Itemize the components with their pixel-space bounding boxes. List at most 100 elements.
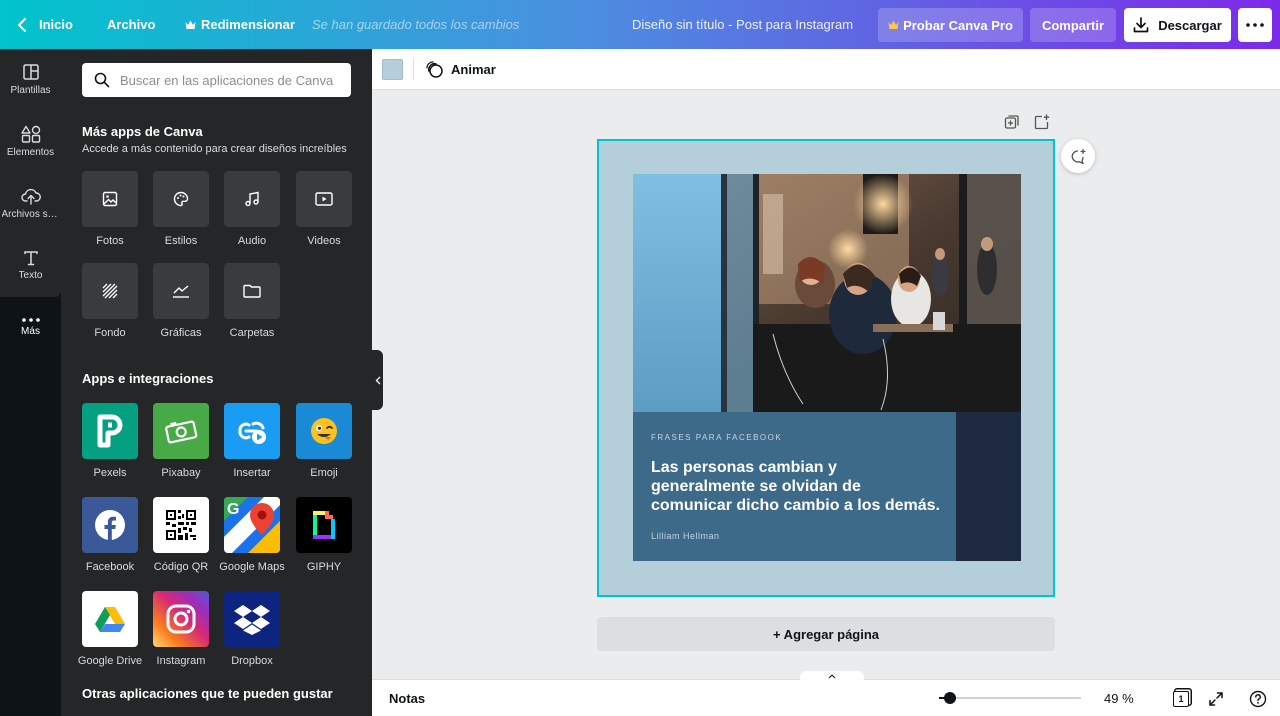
photo-icon	[102, 191, 118, 207]
google-maps-icon: G	[224, 497, 280, 553]
more-options-button[interactable]	[1238, 8, 1272, 42]
zoom-level[interactable]: 49 %	[1104, 680, 1134, 716]
app-pixabay[interactable]	[153, 403, 209, 459]
cafe-photo[interactable]	[633, 174, 1021, 412]
tile-styles[interactable]	[153, 171, 209, 227]
app-instagram[interactable]	[153, 591, 209, 647]
rail-item-more[interactable]: Más	[0, 297, 61, 357]
quote-author[interactable]: Lilliam Hellman	[651, 531, 720, 541]
file-menu-button[interactable]: Archivo	[107, 0, 155, 49]
tile-label: Estilos	[164, 235, 198, 247]
integrations-title: Apps e integraciones	[82, 371, 214, 386]
rail-label: Texto	[18, 269, 43, 281]
accent-block[interactable]	[956, 412, 1021, 561]
top-bar: Inicio Archivo Redimensionar Se han guar…	[0, 0, 1280, 49]
app-label: Instagram	[156, 655, 206, 667]
giphy-icon	[313, 511, 335, 539]
fullscreen-button[interactable]	[1206, 689, 1226, 709]
search-icon	[94, 72, 110, 88]
app-dropbox[interactable]	[224, 591, 280, 647]
tile-folders[interactable]	[224, 263, 280, 319]
design-page[interactable]: FRASES PARA FACEBOOK Las personas cambia…	[597, 139, 1055, 597]
home-button[interactable]: Inicio	[18, 0, 73, 49]
tile-audio[interactable]	[224, 171, 280, 227]
tile-background[interactable]	[82, 263, 138, 319]
add-page-icon[interactable]	[1034, 114, 1050, 130]
chevron-left-icon	[375, 376, 380, 384]
background-color-swatch[interactable]	[382, 59, 403, 80]
chart-icon	[173, 285, 189, 298]
qr-code-icon	[166, 510, 196, 540]
emoji-icon	[311, 418, 337, 444]
collapse-panel-button[interactable]	[372, 350, 383, 410]
app-qr-code[interactable]	[153, 497, 209, 553]
notes-button[interactable]: Notas	[389, 680, 425, 716]
palette-icon	[173, 191, 189, 207]
more-apps-subtitle: Accede a más contenido para crear diseño…	[82, 143, 347, 155]
tile-label: Videos	[307, 235, 341, 247]
more-icon	[21, 317, 40, 322]
add-comment-button[interactable]	[1061, 139, 1095, 173]
download-label: Descargar	[1158, 17, 1222, 33]
zoom-slider-knob[interactable]	[944, 692, 957, 704]
page-count-button[interactable]: 1	[1171, 689, 1191, 709]
app-pexels[interactable]	[82, 403, 138, 459]
expand-notes-handle[interactable]	[800, 671, 864, 681]
video-icon	[315, 192, 333, 206]
more-apps-title: Más apps de Canva	[82, 124, 203, 139]
comment-add-icon	[1071, 148, 1086, 164]
tile-photos[interactable]	[82, 171, 138, 227]
resize-button[interactable]: Redimensionar	[185, 0, 295, 49]
chevron-up-icon	[828, 674, 836, 679]
app-emoji[interactable]	[296, 403, 352, 459]
try-pro-label: Probar Canva Pro	[903, 17, 1013, 33]
google-drive-icon	[95, 607, 125, 632]
rail-item-uploads[interactable]: Archivos subidos	[0, 173, 61, 233]
home-label: Inicio	[39, 17, 73, 32]
tile-charts[interactable]	[153, 263, 209, 319]
dropbox-icon	[234, 605, 270, 635]
file-label: Archivo	[107, 17, 156, 32]
resize-label: Redimensionar	[201, 17, 295, 32]
animate-button[interactable]: Animar	[426, 59, 496, 80]
page-count-icon: 1	[1173, 691, 1189, 707]
tile-label: Gráficas	[160, 327, 202, 339]
search-box[interactable]	[82, 63, 351, 97]
notes-label: Notas	[389, 691, 426, 706]
share-button[interactable]: Compartir	[1030, 8, 1116, 42]
try-pro-button[interactable]: Probar Canva Pro	[878, 8, 1023, 42]
zoom-slider[interactable]	[939, 692, 1081, 704]
quote-card[interactable]: FRASES PARA FACEBOOK Las personas cambia…	[633, 412, 956, 561]
design-title-text: Diseño sin título - Post para Instagram	[632, 17, 854, 32]
rail-item-text[interactable]: Texto	[0, 235, 61, 295]
app-facebook[interactable]	[82, 497, 138, 553]
search-input[interactable]	[120, 72, 340, 88]
download-button[interactable]: Descargar	[1124, 8, 1231, 42]
tile-label: Audio	[237, 235, 267, 247]
tile-label: Fotos	[96, 235, 124, 247]
app-label: Google Maps	[219, 561, 285, 573]
app-giphy[interactable]	[296, 497, 352, 553]
save-status: Se han guardado todos los cambios	[312, 0, 519, 49]
quote-kicker[interactable]: FRASES PARA FACEBOOK	[651, 433, 782, 442]
cafe-photo-image	[633, 174, 1021, 412]
design-title[interactable]: Diseño sin título - Post para Instagram	[632, 0, 853, 49]
app-label: Emoji	[310, 467, 338, 479]
bottom-bar: Notas 49 % 1	[372, 671, 1280, 716]
side-rail: Plantillas Elementos Archivos subidos Te…	[0, 49, 61, 716]
rail-item-templates[interactable]: Plantillas	[0, 49, 61, 109]
app-label: Código QR	[153, 561, 209, 573]
app-label: Pixabay	[161, 467, 201, 479]
pixabay-icon	[165, 420, 198, 444]
app-embed[interactable]	[224, 403, 280, 459]
rail-item-elements[interactable]: Elementos	[0, 111, 61, 171]
tile-videos[interactable]	[296, 171, 352, 227]
add-page-label: + Agregar página	[772, 626, 880, 642]
add-page-button[interactable]: + Agregar página	[597, 617, 1055, 651]
quote-text[interactable]: Las personas cambian y generalmente se o…	[651, 458, 941, 515]
duplicate-page-icon[interactable]	[1004, 114, 1020, 130]
app-google-maps[interactable]: G	[224, 497, 280, 553]
help-button[interactable]	[1248, 689, 1268, 709]
rail-label: Plantillas	[10, 84, 51, 96]
app-google-drive[interactable]	[82, 591, 138, 647]
